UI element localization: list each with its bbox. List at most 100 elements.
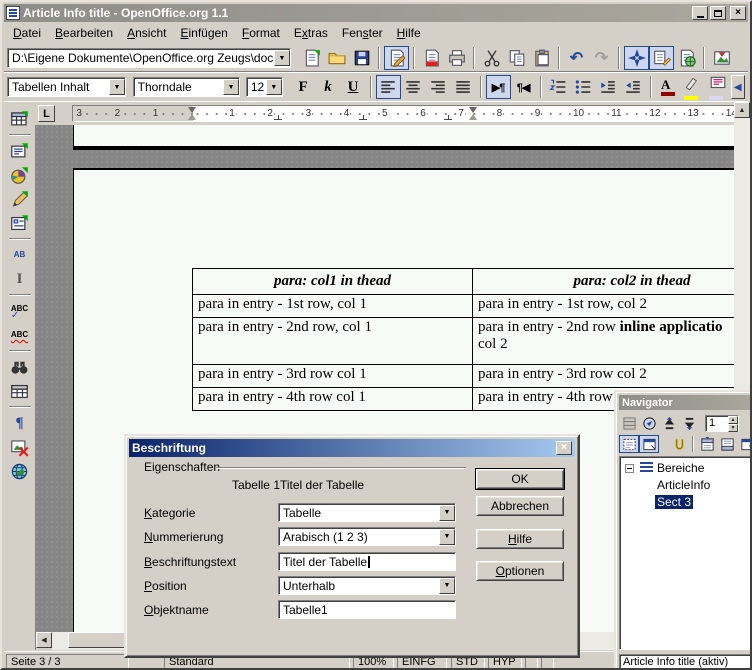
menu-hilfe[interactable]: Hilfe bbox=[390, 24, 428, 42]
direct-cursor-button[interactable]: I bbox=[7, 267, 32, 291]
table-header-row[interactable]: para: col1 in thead para: col2 in thead bbox=[193, 269, 735, 295]
tab-type-button[interactable]: L bbox=[38, 105, 55, 122]
font-name-value[interactable]: Thorndale bbox=[134, 80, 223, 94]
tree-item-bereiche[interactable]: Bereiche bbox=[625, 461, 704, 475]
close-button[interactable]: × bbox=[730, 6, 746, 20]
font-size-value[interactable]: 12 bbox=[247, 80, 266, 94]
caption-dialog[interactable]: Beschriftung × Eigenschaften Tabelle 1Ti… bbox=[124, 434, 580, 658]
cell-boundary-marker[interactable] bbox=[469, 107, 478, 120]
online-layout-button[interactable] bbox=[7, 459, 32, 483]
maximize-button[interactable] bbox=[710, 6, 726, 20]
kategorie-value[interactable]: Tabelle bbox=[279, 506, 439, 520]
content-view-button[interactable] bbox=[639, 435, 659, 453]
nummerierung-value[interactable]: Arabisch (1 2 3) bbox=[279, 530, 439, 544]
kategorie-combobox[interactable]: Tabelle ▼ bbox=[278, 503, 456, 522]
decrease-indent-button[interactable] bbox=[596, 75, 621, 99]
font-name-combobox[interactable]: Thorndale ▼ bbox=[133, 77, 240, 97]
new-document-button[interactable] bbox=[299, 46, 324, 70]
autotext-button[interactable]: AB bbox=[7, 243, 32, 267]
insert-button[interactable] bbox=[7, 139, 32, 163]
graphics-onoff-button[interactable] bbox=[7, 435, 32, 459]
scroll-left-button[interactable]: ◀ bbox=[36, 632, 52, 648]
kategorie-dropdown-button[interactable]: ▼ bbox=[439, 505, 455, 521]
nonprinting-characters-button[interactable]: ¶ bbox=[7, 411, 32, 435]
nummerierung-combobox[interactable]: Arabisch (1 2 3) ▼ bbox=[278, 527, 456, 546]
rtl-direction-button[interactable]: ¶◀ bbox=[511, 75, 536, 99]
gallery-button[interactable] bbox=[709, 46, 734, 70]
data-sources-button[interactable] bbox=[7, 379, 32, 403]
export-pdf-button[interactable] bbox=[419, 46, 444, 70]
align-center-button[interactable] bbox=[401, 75, 426, 99]
table-row[interactable]: para in entry - 1st row, col 1 para in e… bbox=[193, 295, 735, 318]
table-cell[interactable]: para in entry - 4th row col 1 bbox=[193, 388, 473, 411]
position-value[interactable]: Unterhalb bbox=[279, 579, 439, 593]
navigation-button[interactable] bbox=[639, 414, 659, 432]
spellcheck-button[interactable]: ABC✓ bbox=[7, 299, 32, 323]
font-size-combobox[interactable]: 12 ▼ bbox=[246, 77, 283, 97]
undo-button[interactable]: ↶ bbox=[564, 46, 589, 70]
bold-button[interactable]: F bbox=[291, 75, 316, 99]
table-row[interactable]: para in entry - 3rd row col 1 para in en… bbox=[193, 365, 735, 388]
footer-button[interactable] bbox=[717, 435, 737, 453]
table-cell[interactable]: para in entry - 2nd row, col 1 bbox=[193, 318, 473, 365]
align-right-button[interactable] bbox=[426, 75, 451, 99]
table-row[interactable]: para in entry - 2nd row, col 1 para in e… bbox=[193, 318, 735, 365]
find-replace-button[interactable] bbox=[7, 355, 32, 379]
title-bar[interactable]: Article Info title - OpenOffice.org 1.1 … bbox=[4, 4, 748, 22]
size-dropdown-button[interactable]: ▼ bbox=[266, 79, 282, 95]
anchor-button[interactable] bbox=[737, 435, 752, 453]
table-cell[interactable]: para in entry - 1st row, col 2 bbox=[473, 295, 735, 318]
url-dropdown-button[interactable]: ▼ bbox=[274, 50, 290, 66]
drag-mode-button[interactable] bbox=[619, 435, 639, 453]
auto-spellcheck-button[interactable]: ABC bbox=[7, 323, 32, 347]
stylist-button[interactable] bbox=[649, 46, 674, 70]
underline-button[interactable]: U bbox=[341, 75, 366, 99]
open-button[interactable] bbox=[324, 46, 349, 70]
highlighting-button[interactable] bbox=[681, 75, 706, 99]
list-box-toggle-button[interactable] bbox=[619, 414, 639, 432]
indent-marker[interactable] bbox=[188, 107, 197, 120]
navigator-title-bar[interactable]: Navigator bbox=[619, 395, 752, 410]
table-cell[interactable]: para in entry - 2nd row inline applicati… bbox=[473, 318, 735, 365]
position-dropdown-button[interactable]: ▼ bbox=[439, 578, 455, 594]
help-button[interactable]: Hilfe bbox=[476, 529, 564, 549]
page-previous-bottom[interactable] bbox=[73, 125, 734, 150]
align-left-button[interactable] bbox=[376, 75, 401, 99]
copy-button[interactable] bbox=[504, 46, 529, 70]
redo-button[interactable]: ↷ bbox=[589, 46, 614, 70]
beschriftungstext-input[interactable]: Titel der Tabelle bbox=[278, 552, 456, 571]
position-combobox[interactable]: Unterhalb ▼ bbox=[278, 576, 456, 595]
spinner-buttons[interactable]: ▲▼ bbox=[728, 416, 738, 431]
insert-table-button[interactable] bbox=[7, 107, 32, 131]
print-button[interactable] bbox=[444, 46, 469, 70]
table-cell[interactable]: para in entry - 1st row, col 1 bbox=[193, 295, 473, 318]
beschriftungstext-value[interactable]: Titel der Tabelle bbox=[279, 555, 455, 569]
paragraph-style-combobox[interactable]: Tabellen Inhalt ▼ bbox=[7, 77, 126, 97]
nummerierung-dropdown-button[interactable]: ▼ bbox=[439, 529, 455, 545]
style-dropdown-button[interactable]: ▼ bbox=[109, 79, 125, 95]
navigator-window[interactable]: Navigator 1 ▲▼ Bereiche Arti bbox=[614, 390, 752, 670]
bullet-list-button[interactable] bbox=[571, 75, 596, 99]
table-header-cell[interactable]: para: col1 in thead bbox=[193, 269, 473, 295]
table-cell[interactable]: para in entry - 3rd row col 1 bbox=[193, 365, 473, 388]
increase-indent-button[interactable] bbox=[621, 75, 646, 99]
font-color-button[interactable]: A bbox=[656, 75, 681, 99]
insert-object-button[interactable] bbox=[7, 163, 32, 187]
paste-button[interactable] bbox=[529, 46, 554, 70]
draw-functions-button[interactable] bbox=[7, 187, 32, 211]
page-number-value[interactable]: 1 bbox=[706, 417, 728, 429]
edit-file-button[interactable] bbox=[384, 46, 409, 70]
dialog-title-bar[interactable]: Beschriftung × bbox=[129, 439, 575, 457]
minimize-button[interactable] bbox=[692, 6, 708, 20]
scroll-up-button[interactable]: ▲ bbox=[734, 102, 750, 118]
options-button[interactable]: Optionen bbox=[476, 561, 564, 581]
page-number-spinner[interactable]: 1 ▲▼ bbox=[705, 415, 739, 432]
navigator-tree[interactable]: Bereiche ArticleInfo Sect 3 bbox=[619, 456, 752, 650]
dialog-close-button[interactable]: × bbox=[556, 441, 572, 455]
menu-bearbeiten[interactable]: Bearbeiten bbox=[48, 24, 120, 42]
previous-button[interactable] bbox=[659, 414, 679, 432]
align-justify-button[interactable] bbox=[451, 75, 476, 99]
hyperlink-button[interactable] bbox=[674, 46, 699, 70]
set-reminder-button[interactable] bbox=[669, 435, 689, 453]
tab-stop-marker[interactable] bbox=[274, 115, 282, 120]
